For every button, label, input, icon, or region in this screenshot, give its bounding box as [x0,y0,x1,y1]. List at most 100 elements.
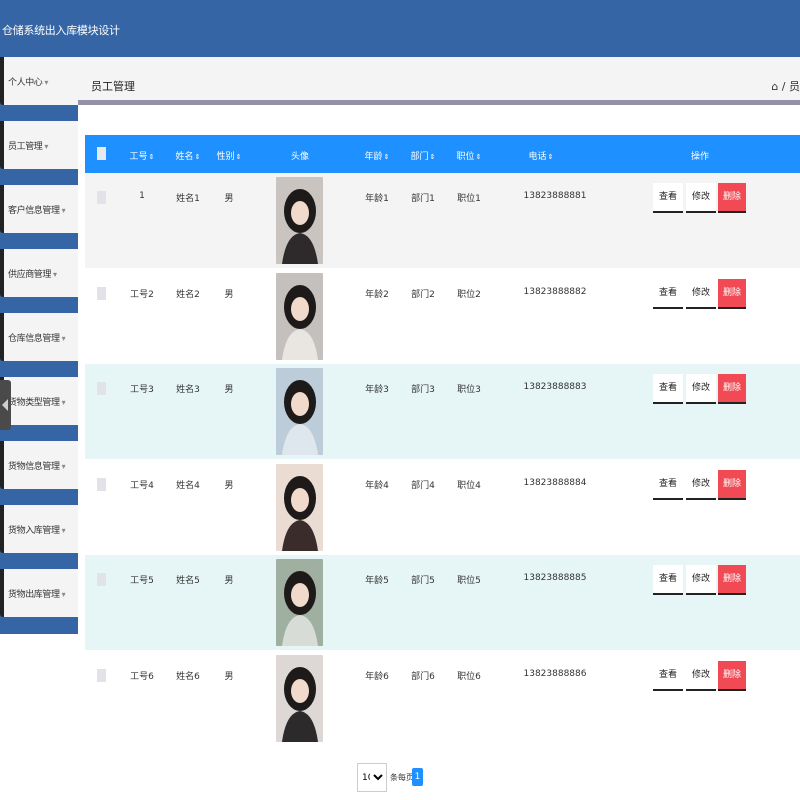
chevron-down-icon: ▾ [61,526,66,535]
delete-button[interactable]: 删除 [718,469,746,500]
row-checkbox[interactable] [97,668,106,682]
cell-phone: 13823888882 [523,286,587,297]
column-header-id[interactable]: 工号⇕ [130,149,155,162]
cell-gender: 男 [224,576,234,586]
edit-button[interactable]: 修改 [686,183,716,213]
sidebar-item-label: 客户信息管理 [8,206,60,216]
sidebar-item-label: 货物入库管理 [8,526,60,536]
sort-icon: ⇕ [547,153,554,161]
sort-icon: ⇕ [148,153,155,161]
column-header-gender[interactable]: 性别⇕ [217,149,242,162]
sidebar-item-goods-inbound[interactable]: 货物入库管理 ▾ [0,505,78,553]
row-checkbox[interactable] [97,382,106,395]
table-row: 工号2 姓名2 男 年龄2 部门2 职位2 13823888882 查看 修改 删除 [85,268,800,364]
row-checkbox[interactable] [97,191,106,204]
cell-phone: 13823888886 [523,668,587,679]
cell-id: 工号4 [130,480,154,491]
chevron-down-icon: ▾ [61,398,66,407]
view-button[interactable]: 查看 [653,469,683,500]
cell-name: 姓名6 [176,671,200,682]
edit-button[interactable]: 修改 [686,278,716,309]
page-button-current[interactable]: 1 [412,768,423,786]
sort-icon: ⇕ [429,153,436,161]
chevron-down-icon: ▾ [53,270,57,279]
cell-id: 工号2 [130,289,154,300]
column-header-position[interactable]: 职位⇕ [457,149,482,162]
page-size-select[interactable]: 10 [357,763,387,792]
column-header-phone[interactable]: 电话⇕ [529,149,554,162]
avatar [276,654,323,742]
sidebar-item-profile[interactable]: 个人中心 ▾ [0,57,78,105]
chevron-down-icon: ▾ [44,78,49,87]
row-checkbox[interactable] [97,286,106,300]
cell-age: 年龄6 [365,671,389,682]
avatar [276,368,323,455]
cell-name: 姓名3 [176,385,200,395]
cell-position: 职位4 [457,480,481,491]
sidebar-item-employees[interactable]: 员工管理 ▾ [0,121,78,169]
chevron-down-icon: ▾ [61,334,66,343]
sort-icon: ⇕ [475,153,482,161]
cell-id: 1 [139,191,145,201]
cell-phone: 13823888885 [523,573,587,583]
sidebar-item-label: 员工管理 [8,142,43,152]
sidebar-collapse-toggle[interactable] [0,380,11,430]
table-row: 工号4 姓名4 男 年龄4 部门4 职位4 13823888884 查看 修改 删除 [85,459,800,555]
edit-button[interactable]: 修改 [686,469,716,500]
delete-button[interactable]: 删除 [718,183,746,213]
sidebar-item-customers[interactable]: 客户信息管理 ▾ [0,185,78,233]
cell-age: 年龄1 [365,194,389,204]
cell-gender: 男 [224,194,234,204]
column-header-name[interactable]: 姓名⇕ [176,149,201,162]
delete-button[interactable]: 删除 [718,278,746,309]
sidebar-item-goods-outbound[interactable]: 货物出库管理 ▾ [0,569,78,617]
row-checkbox[interactable] [97,477,106,491]
sidebar-item-label: 货物出库管理 [8,590,60,600]
table-row: 工号3 姓名3 男 年龄3 部门3 职位3 13823888883 查看 修改 删除 [85,364,800,459]
column-header-avatar: 头像 [290,152,310,162]
table-header: 工号⇕ 姓名⇕ 性别⇕ 头像 年龄⇕ 部门⇕ 职位⇕ 电话⇕ 操作 [85,135,800,173]
sidebar-item-suppliers[interactable]: 供应商管理 ▾ [0,249,78,297]
cell-gender: 男 [224,671,234,682]
sidebar-item-label: 货物信息管理 [8,462,60,472]
cell-gender: 男 [224,289,234,300]
row-checkbox[interactable] [97,573,106,586]
avatar [276,272,323,360]
cell-phone: 13823888881 [523,191,587,201]
sidebar-item-label: 个人中心 [8,78,43,88]
edit-button[interactable]: 修改 [686,660,716,691]
view-button[interactable]: 查看 [653,374,683,404]
delete-button[interactable]: 删除 [718,565,746,595]
breadcrumb-home-link[interactable]: ⌂ / 员 [771,78,800,94]
cell-age: 年龄5 [365,576,389,586]
edit-button[interactable]: 修改 [686,565,716,595]
avatar [276,463,323,551]
column-header-department[interactable]: 部门⇕ [411,149,436,162]
cell-name: 姓名2 [176,289,200,300]
delete-button[interactable]: 删除 [718,660,746,691]
cell-age: 年龄2 [365,289,389,300]
view-button[interactable]: 查看 [653,660,683,691]
view-button[interactable]: 查看 [653,565,683,595]
edit-button[interactable]: 修改 [686,374,716,404]
column-header-age[interactable]: 年龄⇕ [365,149,390,162]
table-row: 工号5 姓名5 男 年龄5 部门5 职位5 13823888885 查看 修改 删除 [85,555,800,650]
view-button[interactable]: 查看 [653,183,683,213]
sidebar-item-warehouses[interactable]: 仓库信息管理 ▾ [0,313,78,361]
cell-position: 职位1 [457,194,481,204]
cell-id: 工号5 [130,576,154,586]
view-button[interactable]: 查看 [653,278,683,309]
cell-id: 工号6 [130,671,154,682]
cell-name: 姓名4 [176,480,200,491]
sidebar: 个人中心 ▾ 员工管理 ▾ 客户信息管理 ▾ 供应商管理 ▾ 仓库信息管理 ▾ 货物类型管… [0,57,78,634]
select-all-checkbox[interactable] [97,147,106,160]
cell-name: 姓名5 [176,576,200,586]
breadcrumb: 员工管理 ⌂ / 员 [78,57,800,105]
cell-phone: 13823888883 [523,382,587,392]
sidebar-item-goods-types[interactable]: 货物类型管理 ▾ [0,377,78,425]
avatar [276,177,323,264]
top-header: 仓储系统出入库模块设计 [0,0,800,57]
cell-department: 部门2 [411,289,435,300]
sidebar-item-goods-info[interactable]: 货物信息管理 ▾ [0,441,78,489]
delete-button[interactable]: 删除 [718,374,746,404]
